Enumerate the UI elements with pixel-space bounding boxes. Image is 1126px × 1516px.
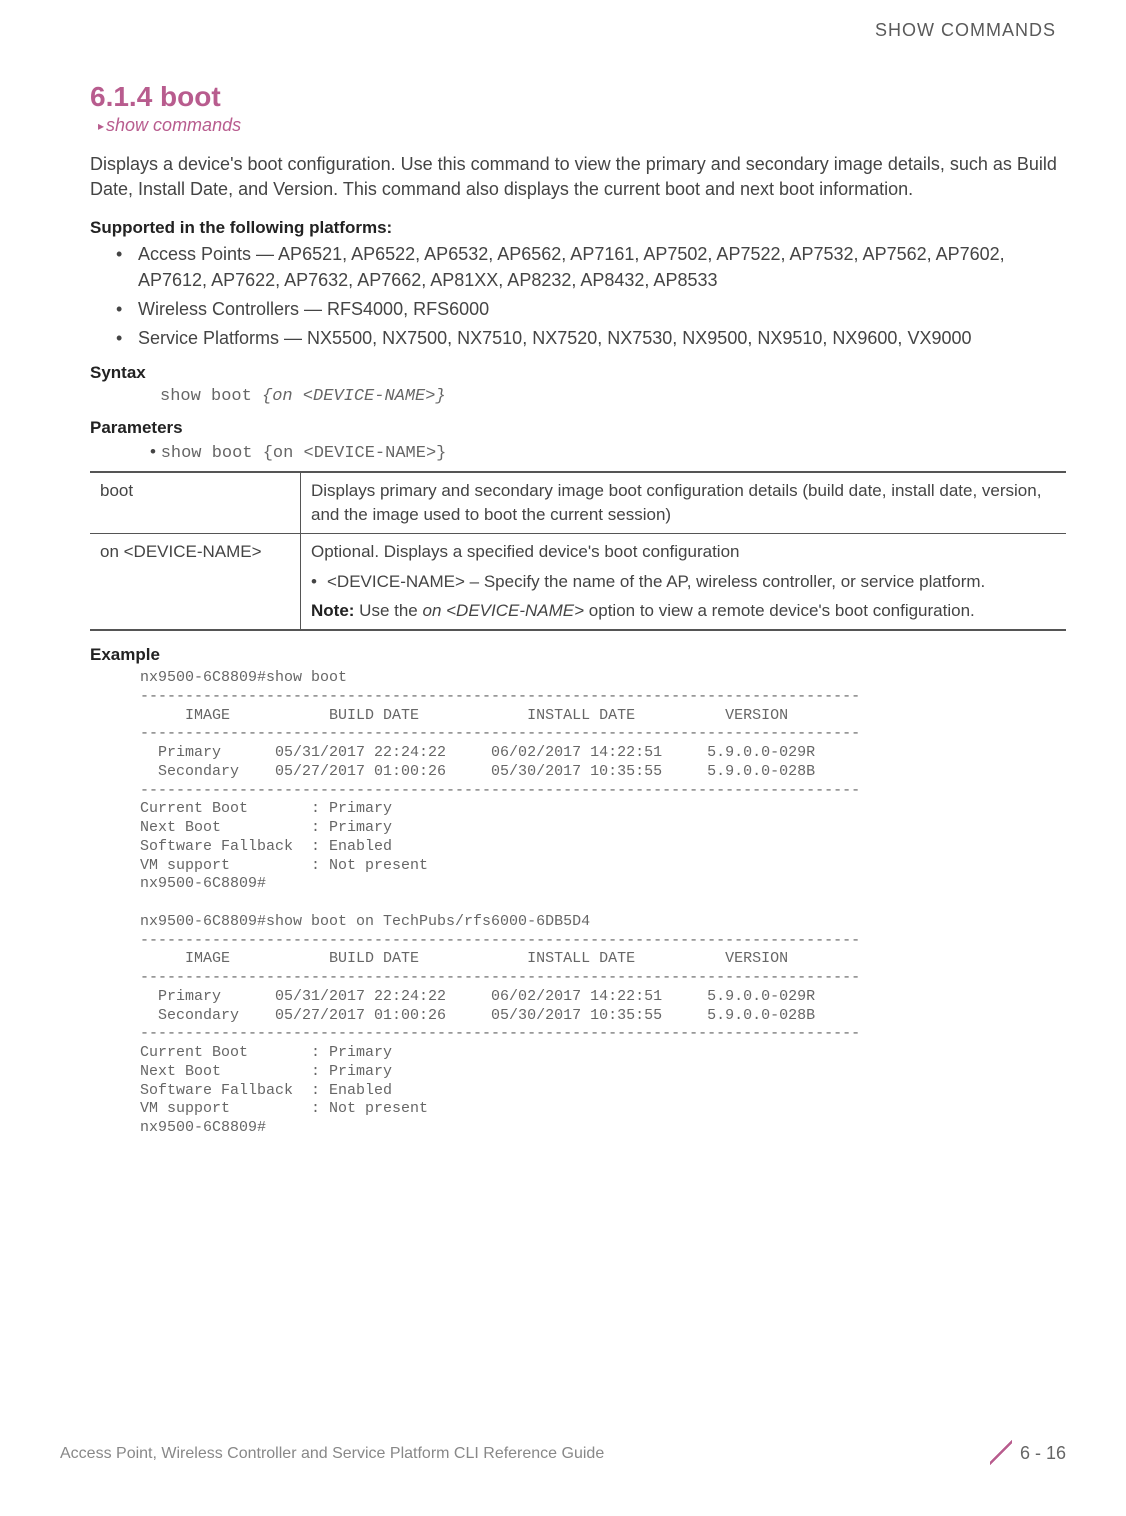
- section-heading: 6.1.4 boot: [90, 81, 1066, 113]
- breadcrumb-arrow-icon: ▸: [98, 119, 104, 133]
- table-row: on <DEVICE-NAME> Optional. Displays a sp…: [90, 533, 1066, 630]
- syntax-arg: {on <DEVICE-NAME>}: [262, 387, 446, 406]
- platforms-list: Access Points — AP6521, AP6522, AP6532, …: [90, 242, 1066, 351]
- breadcrumb[interactable]: ▸show commands: [98, 115, 1066, 136]
- breadcrumb-text: show commands: [106, 115, 241, 135]
- page-footer: Access Point, Wireless Controller and Se…: [60, 1443, 1066, 1464]
- section-description: Displays a device's boot configuration. …: [90, 152, 1066, 202]
- note-italic: on <DEVICE-NAME>: [423, 601, 585, 620]
- page-number: 6 - 16: [1020, 1443, 1066, 1463]
- param-desc: Optional. Displays a specified device's …: [301, 533, 1067, 630]
- param-name: boot: [90, 472, 301, 533]
- table-row: boot Displays primary and secondary imag…: [90, 472, 1066, 533]
- note-label: Note:: [311, 601, 354, 620]
- syntax-heading: Syntax: [90, 363, 1066, 383]
- syntax-text: show boot: [160, 387, 262, 406]
- syntax-line: show boot {on <DEVICE-NAME>}: [160, 387, 1066, 406]
- footer-title: Access Point, Wireless Controller and Se…: [60, 1445, 604, 1463]
- param-name: on <DEVICE-NAME>: [90, 533, 301, 630]
- page-number-box: 6 - 16: [990, 1443, 1066, 1464]
- parameters-table: boot Displays primary and secondary imag…: [90, 471, 1066, 631]
- param-note: Note: Use the on <DEVICE-NAME> option to…: [311, 599, 1056, 623]
- parameter-line: show boot {on <DEVICE-NAME>}: [150, 442, 1066, 463]
- list-item: Access Points — AP6521, AP6522, AP6532, …: [138, 242, 1066, 292]
- param-desc: Displays primary and secondary image boo…: [301, 472, 1067, 533]
- list-item: Wireless Controllers — RFS4000, RFS6000: [138, 297, 1066, 322]
- param-desc-bullet: <DEVICE-NAME> – Specify the name of the …: [311, 570, 1056, 594]
- example-heading: Example: [90, 645, 1066, 665]
- note-before: Use the: [354, 601, 422, 620]
- example-output: nx9500-6C8809#show boot ----------------…: [140, 669, 1066, 1138]
- list-item: Service Platforms — NX5500, NX7500, NX75…: [138, 326, 1066, 351]
- param-arg: {on <DEVICE-NAME>}: [263, 444, 447, 463]
- parameters-heading: Parameters: [90, 418, 1066, 438]
- note-after: option to view a remote device's boot co…: [584, 601, 975, 620]
- page-header: SHOW COMMANDS: [90, 20, 1066, 41]
- param-text: show boot: [161, 444, 263, 463]
- platforms-heading: Supported in the following platforms:: [90, 218, 1066, 238]
- param-desc-line: Optional. Displays a specified device's …: [311, 540, 1056, 564]
